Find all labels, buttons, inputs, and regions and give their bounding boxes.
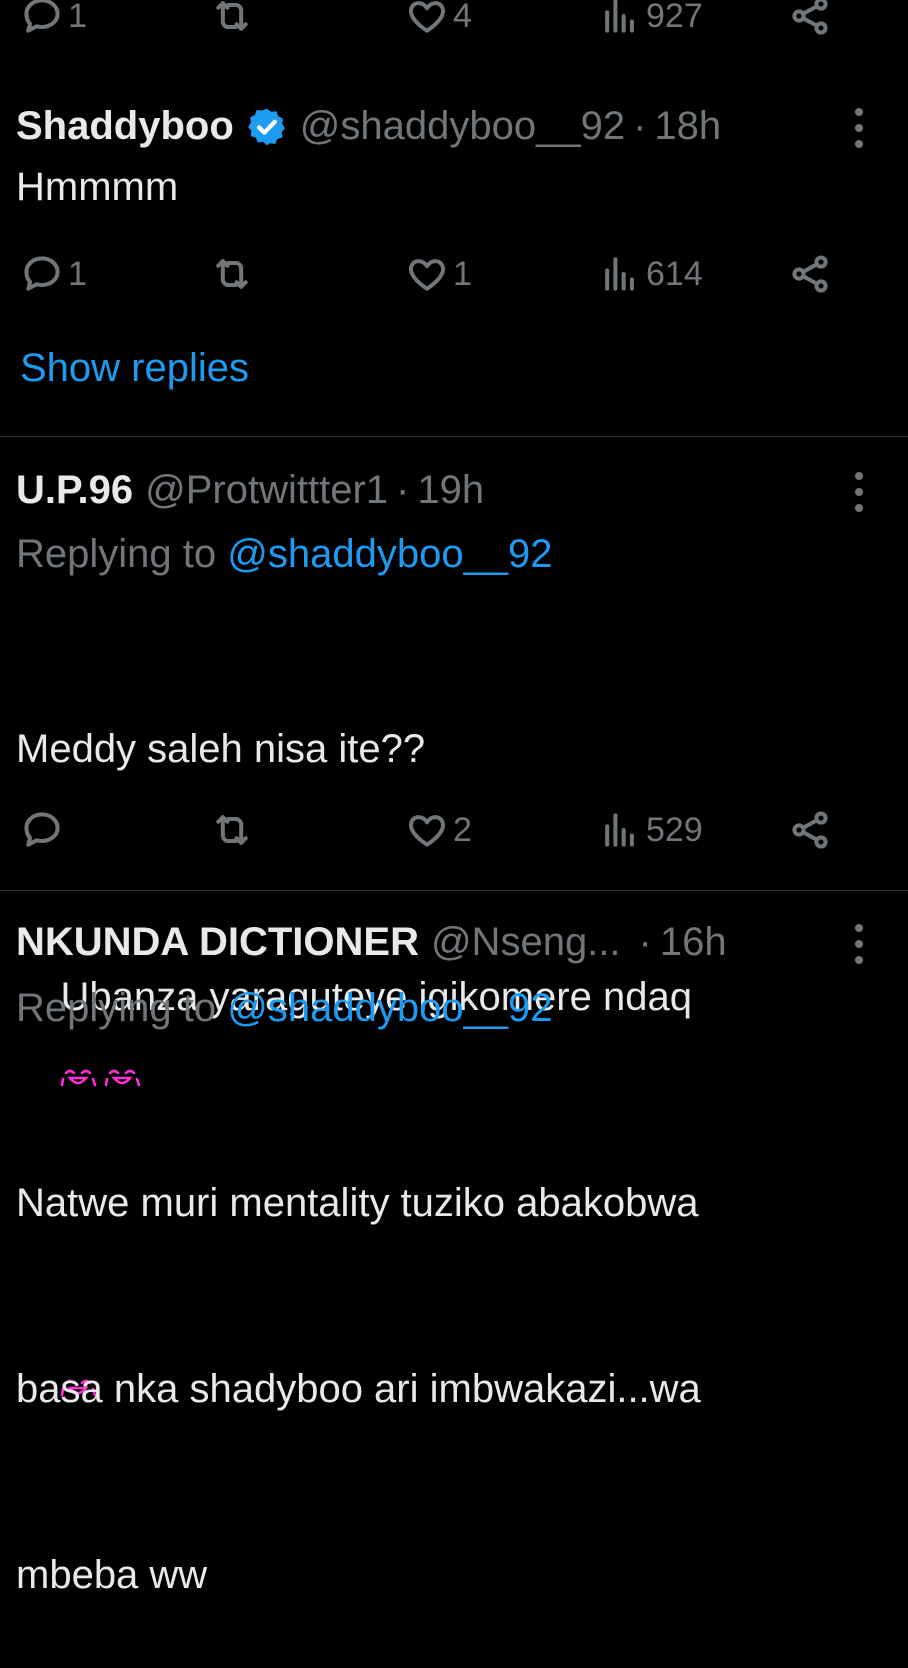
- top-action-bar: 1 4 927: [0, 0, 908, 46]
- share-icon: [792, 255, 828, 293]
- post-header: NKUNDA DICTIONER @Nseng... · 16h: [16, 920, 727, 965]
- more-options-button[interactable]: [848, 106, 868, 150]
- verified-badge-icon: [247, 108, 285, 145]
- post-text-line: Natwe muri mentality tuziko abakobwa: [16, 1181, 699, 1225]
- heart-icon: [408, 815, 446, 847]
- post-action-bar: 2 529: [0, 800, 908, 860]
- views-button[interactable]: 614: [598, 244, 703, 304]
- post-time[interactable]: 19h: [417, 468, 484, 513]
- like-count: 2: [453, 810, 472, 849]
- views-count: 927: [646, 0, 703, 35]
- author-name[interactable]: NKUNDA DICTIONER: [16, 920, 419, 965]
- retweet-button[interactable]: [210, 244, 254, 304]
- post-text: Natwe muri mentality tuziko abakobwa bas…: [16, 1048, 886, 1668]
- retweet-icon: [216, 815, 248, 845]
- separator-dot: ·: [638, 920, 652, 964]
- reply-icon: [24, 256, 60, 291]
- reply-button[interactable]: 1: [20, 244, 87, 304]
- post-time[interactable]: 16h: [660, 920, 727, 965]
- reply-button[interactable]: 1: [20, 0, 87, 46]
- retweet-icon: [216, 259, 248, 289]
- post-text-line: basa nka shadyboo ari imbwakazi...wa: [16, 1367, 701, 1411]
- like-button[interactable]: 2: [405, 800, 472, 860]
- reply-count: 1: [68, 0, 87, 35]
- replying-prefix: Replying to: [16, 986, 228, 1030]
- more-options-button[interactable]: [848, 922, 868, 966]
- share-button[interactable]: [788, 800, 832, 860]
- retweet-button[interactable]: [210, 0, 254, 46]
- author-handle[interactable]: @Nseng...: [431, 920, 621, 965]
- author-name[interactable]: Shaddyboo: [16, 104, 234, 149]
- divider: [0, 890, 908, 891]
- like-button[interactable]: 1: [405, 244, 472, 304]
- views-icon: [605, 257, 634, 291]
- post-text-line: Meddy saleh nisa ite??: [16, 727, 426, 771]
- author-handle[interactable]: @shaddyboo__92: [300, 104, 625, 149]
- post-header: U.P.96 @Protwittter1 · 19h: [16, 468, 484, 513]
- author-handle[interactable]: @Protwittter1: [145, 468, 388, 513]
- replying-to: Replying to @shaddyboo__92: [16, 532, 553, 577]
- post-text: Hmmmm: [16, 165, 179, 209]
- like-count: 1: [453, 254, 472, 293]
- replying-to-handle-link[interactable]: @shaddyboo__92: [227, 532, 552, 576]
- views-icon: [605, 0, 634, 33]
- replying-to: Replying to @shaddyboo__92: [16, 986, 553, 1031]
- views-icon: [605, 813, 634, 847]
- heart-icon: [408, 259, 446, 291]
- share-icon: [792, 0, 828, 35]
- post-header: Shaddyboo @shaddyboo__92 · 18h: [16, 104, 721, 149]
- share-icon: [792, 811, 828, 849]
- separator-dot: ·: [633, 104, 647, 148]
- post-time[interactable]: 18h: [654, 104, 721, 149]
- divider: [0, 436, 908, 437]
- like-count: 4: [453, 0, 472, 35]
- reply-count: 1: [68, 254, 87, 293]
- author-name[interactable]: U.P.96: [16, 468, 133, 513]
- replying-to-handle-link[interactable]: @shaddyboo__92: [227, 986, 552, 1030]
- retweet-button[interactable]: [210, 800, 254, 860]
- views-button[interactable]: 529: [598, 800, 703, 860]
- separator-dot: ·: [396, 468, 410, 512]
- post-action-bar: 1 1 614: [0, 244, 908, 304]
- replying-prefix: Replying to: [16, 532, 228, 576]
- share-button[interactable]: [788, 0, 832, 46]
- retweet-icon: [216, 1, 248, 31]
- reply-icon: [24, 0, 60, 33]
- more-options-button[interactable]: [848, 470, 868, 514]
- reply-icon: [24, 812, 60, 847]
- heart-icon: [408, 1, 446, 33]
- views-count: 614: [646, 254, 703, 293]
- reply-button[interactable]: [20, 800, 64, 860]
- post-text-line: mbeba ww: [16, 1553, 208, 1597]
- show-replies-link[interactable]: Show replies: [20, 346, 249, 391]
- views-count: 529: [646, 810, 703, 849]
- views-button[interactable]: 927: [598, 0, 703, 46]
- like-button[interactable]: 4: [405, 0, 472, 46]
- share-button[interactable]: [788, 244, 832, 304]
